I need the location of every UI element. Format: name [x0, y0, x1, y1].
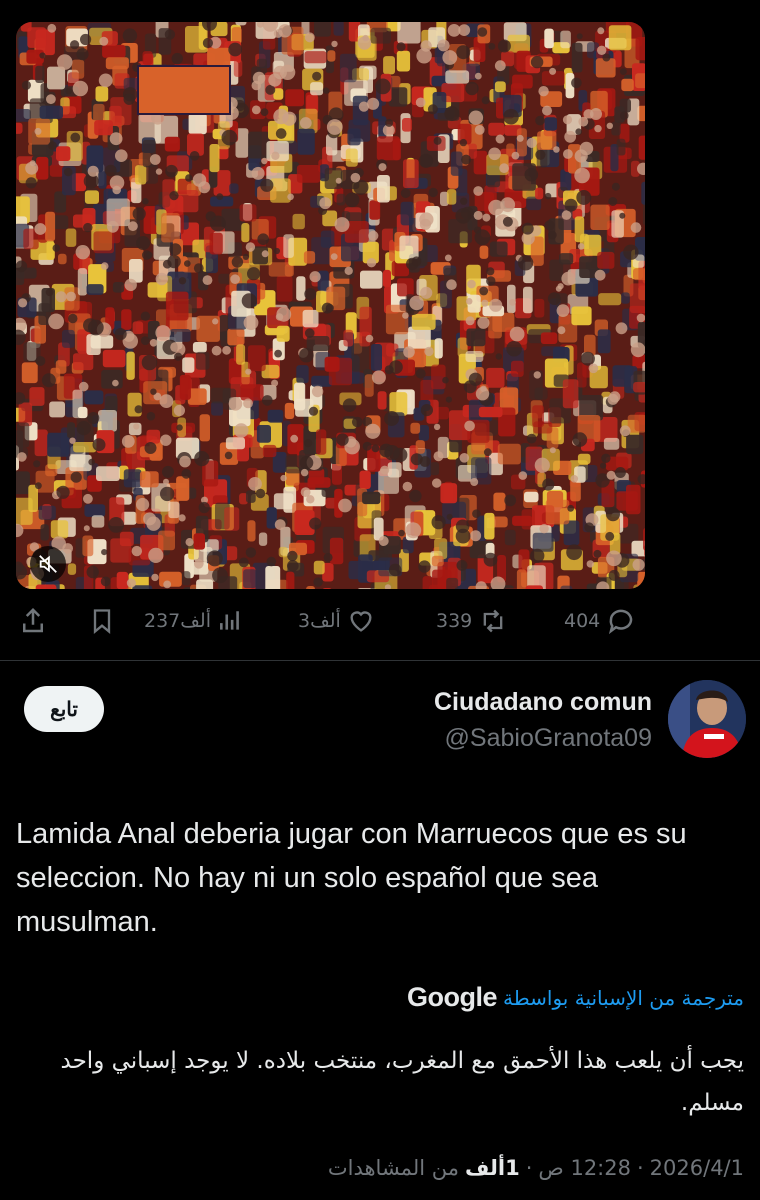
speaker-muted-icon: [39, 555, 57, 573]
views-total: 1ألف: [464, 1156, 520, 1180]
share-button[interactable]: [18, 604, 48, 638]
like-button[interactable]: 3ألف: [298, 604, 375, 638]
meta-separator: ·: [525, 1156, 533, 1180]
meta-separator: ·: [636, 1156, 644, 1180]
mute-button[interactable]: [30, 546, 66, 582]
post-date[interactable]: 2026/4/1: [650, 1156, 744, 1180]
translation-attribution: مترجمة من الإسبانية بواسطة Google: [407, 982, 744, 1013]
post-meta: 2026/4/1 · 12:28 ص · 1ألف من المشاهدات: [328, 1156, 744, 1180]
reply-header: Ciudadano comun @SabioGranota09 تابع: [14, 680, 746, 760]
share-icon: [23, 607, 43, 633]
reply-button[interactable]: 404: [564, 604, 636, 638]
like-count: 3ألف: [298, 610, 341, 632]
post-action-bar: 237ألف 3ألف 339 404: [16, 604, 645, 638]
analytics-icon: [220, 611, 239, 630]
translated-text: يجب أن يلعب هذا الأحمق مع المغرب، منتخب …: [60, 1048, 744, 1116]
crowd-video-frame: [16, 22, 645, 589]
follow-button[interactable]: تابع: [24, 686, 104, 732]
post-time[interactable]: 12:28 ص: [538, 1156, 631, 1180]
reply-text: Lamida Anal deberia jugar con Marruecos …: [16, 818, 687, 938]
repost-count: 339: [436, 610, 473, 632]
divider: [0, 660, 760, 661]
google-logo: Google: [407, 982, 498, 1012]
author-handle[interactable]: @SabioGranota09: [445, 724, 652, 753]
views-button[interactable]: 237ألف: [144, 604, 243, 638]
author-name[interactable]: Ciudadano comun: [434, 688, 652, 717]
repost-button[interactable]: 339: [436, 604, 508, 638]
repost-icon: [483, 609, 503, 633]
reply-count: 404: [564, 610, 601, 632]
post-video[interactable]: [16, 22, 645, 589]
bookmark-button[interactable]: [88, 604, 116, 638]
views-count: 237ألف: [144, 610, 212, 632]
reply-bubble-icon: [609, 609, 633, 635]
translated-from-label[interactable]: مترجمة من الإسبانية بواسطة: [503, 986, 744, 1010]
avatar-image: [668, 680, 746, 758]
heart-icon: [350, 611, 372, 632]
bookmark-icon: [93, 609, 111, 634]
views-label: من المشاهدات: [327, 1156, 459, 1180]
avatar[interactable]: [668, 680, 746, 758]
